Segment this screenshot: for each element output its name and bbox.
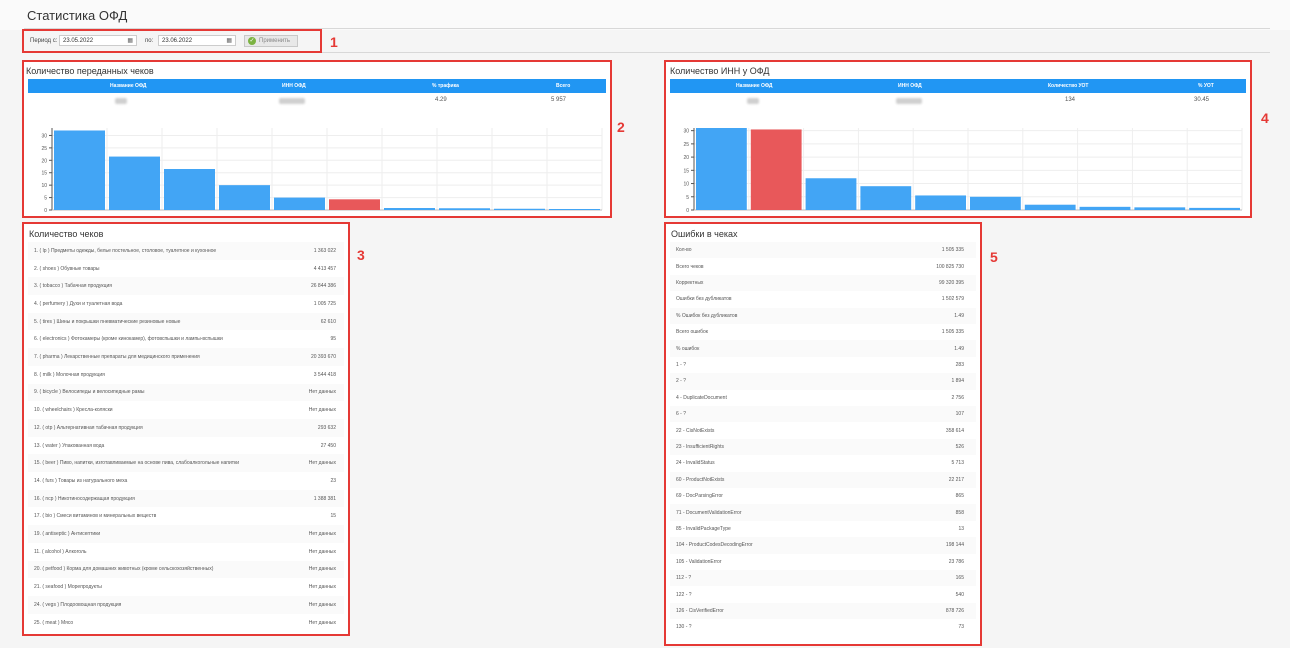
annotation-box-5 [664, 222, 982, 646]
annotation-number-1: 1 [330, 34, 338, 50]
annotation-box-4 [664, 60, 1252, 218]
annotation-box-1 [22, 29, 322, 53]
annotation-box-3 [22, 222, 350, 636]
annotation-box-2 [22, 60, 612, 218]
annotation-number-5: 5 [990, 249, 998, 265]
annotation-number-3: 3 [357, 247, 365, 263]
header-background [0, 0, 1290, 30]
page-title: Статистика ОФД [27, 8, 128, 23]
page: Статистика ОФД Период с: 23.05.2022 ▦ по… [0, 0, 1290, 648]
annotation-number-4: 4 [1261, 110, 1269, 126]
annotation-number-2: 2 [617, 119, 625, 135]
